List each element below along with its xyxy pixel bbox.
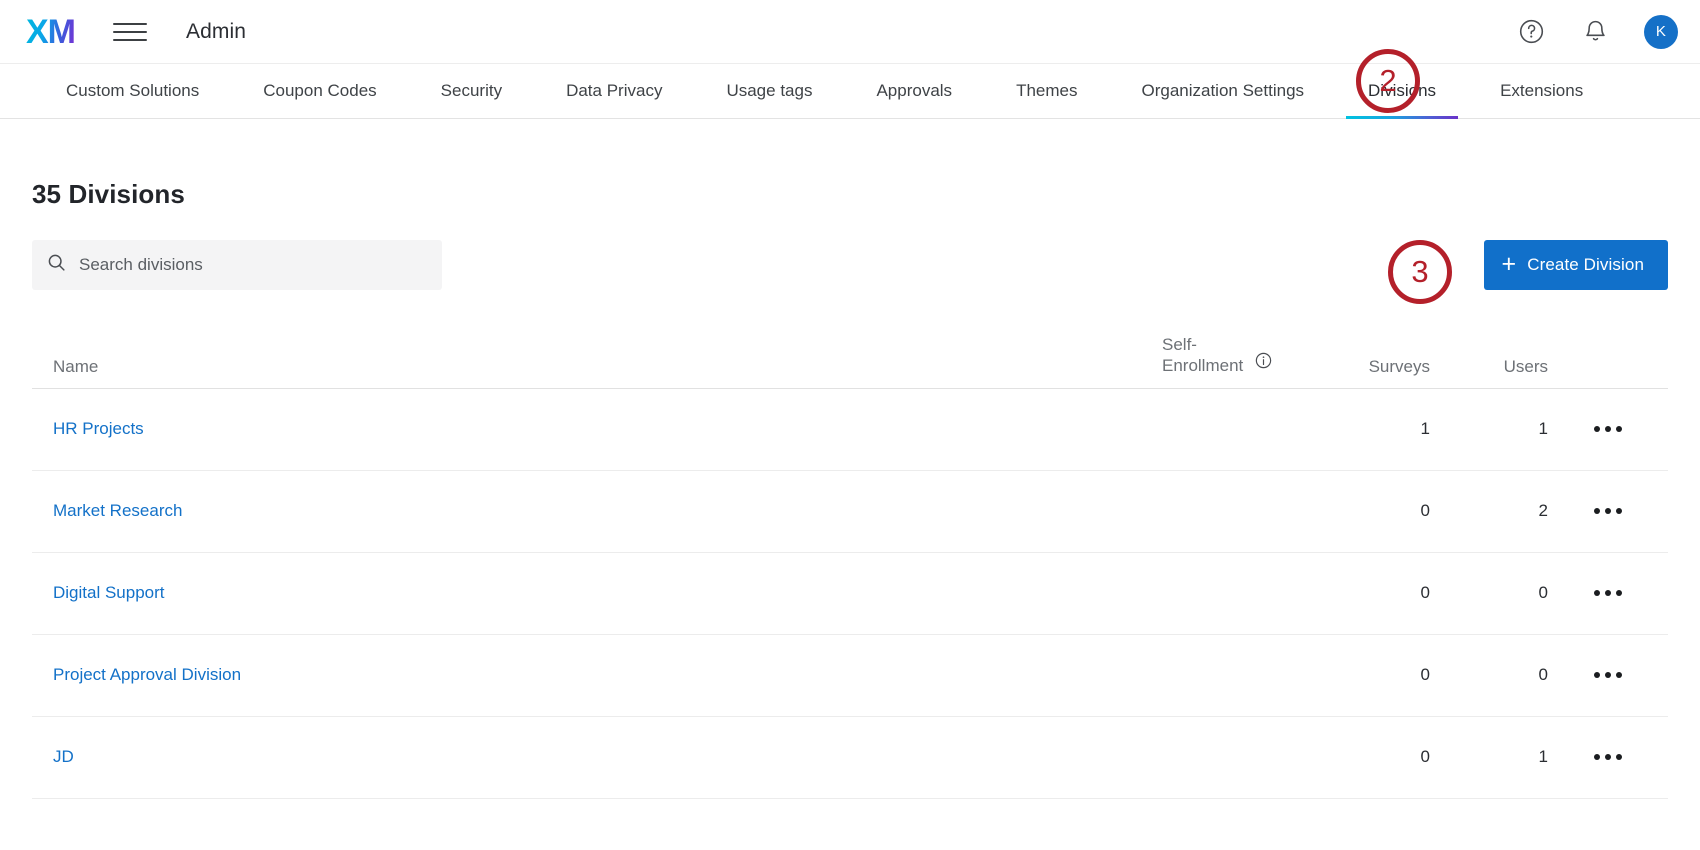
avatar[interactable]: K — [1644, 14, 1678, 49]
row-name-cell: Market Research — [32, 501, 1162, 521]
row-surveys-cell: 0 — [1420, 501, 1430, 520]
table-header-row: Name Self-Enrollment Surveys Users — [32, 334, 1668, 389]
main-content: 35 Divisions + Create Division Name Self… — [0, 179, 1700, 799]
ellipsis-icon[interactable] — [1588, 746, 1628, 768]
row-actions-cell — [1548, 582, 1668, 604]
table-row[interactable]: Market Research 0 2 — [32, 471, 1668, 553]
ellipsis-icon[interactable] — [1588, 418, 1628, 440]
tab-security[interactable]: Security — [409, 64, 534, 118]
division-link[interactable]: HR Projects — [53, 419, 144, 438]
admin-nav-tabs: Custom Solutions Coupon Codes Security D… — [0, 63, 1700, 119]
top-bar: XM Admin K — [0, 0, 1700, 63]
row-surveys-cell: 0 — [1420, 665, 1430, 684]
search-box[interactable] — [32, 240, 442, 290]
division-link[interactable]: Market Research — [53, 501, 182, 520]
row-surveys-cell: 0 — [1420, 747, 1430, 766]
ellipsis-icon[interactable] — [1588, 582, 1628, 604]
hamburger-icon[interactable] — [113, 21, 147, 43]
row-users-cell: 2 — [1538, 501, 1548, 520]
plus-icon: + — [1501, 249, 1517, 278]
table-row[interactable]: JD 0 1 — [32, 717, 1668, 799]
row-name-cell: Project Approval Division — [32, 665, 1162, 685]
row-actions-cell — [1548, 664, 1668, 686]
division-link[interactable]: Digital Support — [53, 583, 165, 602]
row-name-cell: JD — [32, 747, 1162, 767]
hamburger-bar — [113, 22, 147, 25]
tab-organization-settings[interactable]: Organization Settings — [1109, 64, 1336, 118]
row-users-cell: 0 — [1538, 583, 1548, 602]
search-icon — [46, 252, 67, 278]
row-users-cell: 1 — [1538, 419, 1548, 438]
tab-usage-tags[interactable]: Usage tags — [694, 64, 844, 118]
search-input[interactable] — [79, 255, 409, 275]
row-actions-cell — [1548, 418, 1668, 440]
row-users-cell: 0 — [1538, 665, 1548, 684]
xm-logo[interactable]: XM — [26, 15, 76, 49]
row-actions-cell — [1548, 746, 1668, 768]
row-users-cell: 1 — [1538, 747, 1548, 766]
page-title: 35 Divisions — [32, 179, 185, 209]
division-link[interactable]: JD — [53, 747, 74, 766]
ellipsis-icon[interactable] — [1588, 664, 1628, 686]
row-surveys-cell: 1 — [1420, 419, 1430, 438]
hamburger-bar — [113, 30, 147, 33]
info-circle-icon[interactable] — [1254, 351, 1273, 375]
division-link[interactable]: Project Approval Division — [53, 665, 241, 684]
row-surveys-cell: 0 — [1420, 583, 1430, 602]
tab-coupon-codes[interactable]: Coupon Codes — [231, 64, 408, 118]
tab-data-privacy[interactable]: Data Privacy — [534, 64, 694, 118]
table-row[interactable]: Digital Support 0 0 — [32, 553, 1668, 635]
create-division-button[interactable]: + Create Division — [1483, 240, 1668, 290]
row-name-cell: HR Projects — [32, 419, 1162, 439]
list-toolbar: + Create Division — [32, 240, 1668, 290]
help-circle-icon[interactable] — [1516, 17, 1546, 47]
tab-extensions[interactable]: Extensions — [1468, 64, 1615, 118]
top-bar-actions: K — [1516, 14, 1678, 49]
page-section-title: Admin — [186, 19, 247, 43]
table-row[interactable]: Project Approval Division 0 0 — [32, 635, 1668, 717]
tab-themes[interactable]: Themes — [984, 64, 1109, 118]
create-division-label: Create Division — [1527, 255, 1644, 274]
ellipsis-icon[interactable] — [1588, 500, 1628, 522]
bell-icon[interactable] — [1580, 17, 1610, 47]
column-header-self-enrollment: Self-Enrollment — [1162, 334, 1312, 377]
tab-divisions[interactable]: Divisions — [1336, 64, 1468, 119]
tab-approvals[interactable]: Approvals — [844, 64, 984, 118]
column-header-name: Name — [53, 356, 99, 376]
row-name-cell: Digital Support — [32, 583, 1162, 603]
divisions-table: Name Self-Enrollment Surveys Users HR Pr… — [32, 334, 1668, 799]
column-header-users: Users — [1503, 356, 1548, 376]
column-header-surveys: Surveys — [1368, 356, 1430, 376]
row-actions-cell — [1548, 500, 1668, 522]
tab-custom-solutions[interactable]: Custom Solutions — [34, 64, 231, 118]
hamburger-bar — [113, 38, 147, 41]
table-row[interactable]: HR Projects 1 1 — [32, 389, 1668, 471]
